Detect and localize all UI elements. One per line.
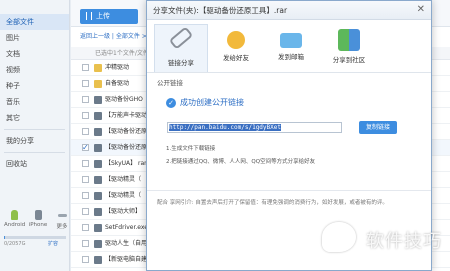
- file-icon: [94, 208, 102, 216]
- file-name[interactable]: 【驱动精灵（: [105, 176, 141, 183]
- folder-icon: [94, 64, 102, 72]
- tab-label: 发到邮箱: [278, 53, 304, 61]
- file-icon: [94, 240, 102, 248]
- file-icon: [94, 160, 102, 168]
- copy-link-button[interactable]: 复制链接: [359, 121, 397, 134]
- file-name[interactable]: 【驱动精灵（: [105, 192, 141, 199]
- section-label: 公开链接: [157, 79, 183, 87]
- watermark: 软件技巧: [366, 231, 442, 252]
- row-checkbox[interactable]: [82, 160, 89, 167]
- row-checkbox[interactable]: [82, 192, 89, 199]
- row-checkbox[interactable]: [82, 176, 89, 183]
- row-checkbox[interactable]: [82, 80, 89, 87]
- tab-share-community[interactable]: 分享到社区: [319, 24, 379, 72]
- tab-send-email[interactable]: 发到邮箱: [264, 24, 318, 72]
- row-checkbox[interactable]: [82, 128, 89, 135]
- tip-line: 2.把链接通过QQ、微博、人人网、QQ空间等方式分享给好友: [166, 159, 316, 165]
- sidebar: 全部文件 图片 文档 视频 种子 音乐 其它 我的分享 回收站 Android …: [0, 0, 70, 271]
- tab-send-friends[interactable]: 发给好友: [209, 24, 263, 72]
- file-name[interactable]: 【SkyUA】 rar: [105, 160, 147, 167]
- sidebar-item-torrents[interactable]: 种子: [0, 78, 69, 94]
- file-name[interactable]: 【驱动备份还原: [105, 128, 147, 135]
- row-checkbox[interactable]: [82, 256, 89, 263]
- file-icon: [94, 96, 102, 104]
- expand-storage-link[interactable]: 扩容: [48, 240, 58, 247]
- share-link-value: http://pan.baidu.com/s/1gdyBXet: [169, 124, 281, 131]
- tab-label: 发给好友: [223, 54, 249, 62]
- community-icon: [338, 29, 360, 51]
- row-checkbox[interactable]: [82, 208, 89, 215]
- watermark-logo-icon: [322, 222, 356, 252]
- sidebar-item-my-shares[interactable]: 我的分享: [0, 133, 69, 149]
- sidebar-item-videos[interactable]: 视频: [0, 62, 69, 78]
- file-name[interactable]: 【驱动大师】: [105, 208, 141, 215]
- quota-text: 0/2057G: [4, 241, 26, 247]
- success-text: 成功创建公开链接: [180, 98, 244, 107]
- share-tabs: 链接分享 发给好友 发到邮箱 分享到社区: [147, 20, 431, 73]
- folder-icon: [94, 80, 102, 88]
- breadcrumb[interactable]: 返回上一级 | 全部文件 >: [80, 31, 147, 40]
- more-icon: [57, 214, 67, 217]
- dialog-title: 分享文件(夹):【驱动备份还原工具】.rar: [147, 1, 431, 20]
- file-name[interactable]: 【万能声卡驱动: [105, 112, 147, 119]
- file-icon: [94, 176, 102, 184]
- dialog-note: 配合 享网引介: 自置去声后打开了保留值：有理免强调的消费行为，如好发展，或者被…: [157, 200, 388, 206]
- mail-icon: [280, 33, 302, 48]
- file-icon: [94, 144, 102, 152]
- sidebar-item-images[interactable]: 图片: [0, 30, 69, 46]
- row-checkbox[interactable]: [82, 96, 89, 103]
- file-name[interactable]: SetFdriver.exe: [105, 224, 148, 231]
- file-name[interactable]: 自备驱动: [105, 80, 129, 87]
- sidebar-item-other[interactable]: 其它: [0, 110, 69, 126]
- file-name[interactable]: 【驱动备份还原: [105, 144, 147, 151]
- upload-button[interactable]: 上传: [80, 9, 138, 24]
- file-name[interactable]: 驱动备份GHO: [105, 96, 143, 103]
- check-icon: ✓: [166, 97, 176, 108]
- android-icon: [10, 210, 18, 220]
- sidebar-divider: [4, 152, 65, 153]
- tip-line: 1.生成文件下载链接: [166, 146, 216, 152]
- file-icon: [94, 192, 102, 200]
- device-links: Android iPhone 更多: [4, 210, 72, 230]
- tab-label: 分享到社区: [332, 56, 366, 64]
- file-icon: [94, 256, 102, 264]
- sidebar-item-recycle-bin[interactable]: 回收站: [0, 156, 69, 172]
- device-more[interactable]: 更多: [52, 210, 72, 230]
- dialog-divider: [147, 190, 431, 191]
- sidebar-divider: [4, 129, 65, 130]
- file-icon: [94, 112, 102, 120]
- sidebar-item-all-files[interactable]: 全部文件: [0, 14, 69, 30]
- link-icon: [170, 32, 192, 54]
- device-label: Android: [4, 222, 26, 228]
- file-name[interactable]: 冲精驱动: [105, 64, 129, 71]
- friends-icon: [227, 31, 245, 49]
- row-checkbox[interactable]: [82, 112, 89, 119]
- file-icon: [94, 128, 102, 136]
- upload-icon: [86, 12, 92, 20]
- tab-label: 链接分享: [168, 59, 194, 67]
- sidebar-item-music[interactable]: 音乐: [0, 94, 69, 110]
- file-name[interactable]: 驱动人生（自用: [105, 240, 147, 247]
- device-label: 更多: [56, 224, 68, 230]
- success-message: ✓ 成功创建公开链接: [166, 97, 244, 108]
- quota-bar: [4, 236, 66, 239]
- close-icon[interactable]: ✕: [417, 4, 425, 16]
- row-checkbox[interactable]: [82, 140, 89, 155]
- iphone-icon: [34, 210, 42, 220]
- device-iphone[interactable]: iPhone: [28, 210, 48, 230]
- row-checkbox[interactable]: [82, 240, 89, 247]
- upload-label: 上传: [96, 12, 110, 20]
- device-label: iPhone: [28, 222, 48, 228]
- device-android[interactable]: Android: [4, 210, 26, 230]
- file-icon: [94, 224, 102, 232]
- row-checkbox[interactable]: [82, 64, 89, 71]
- sidebar-item-documents[interactable]: 文档: [0, 46, 69, 62]
- share-link-field[interactable]: http://pan.baidu.com/s/1gdyBXet: [167, 122, 342, 133]
- row-checkbox[interactable]: [82, 224, 89, 231]
- tab-link-share[interactable]: 链接分享: [154, 24, 208, 72]
